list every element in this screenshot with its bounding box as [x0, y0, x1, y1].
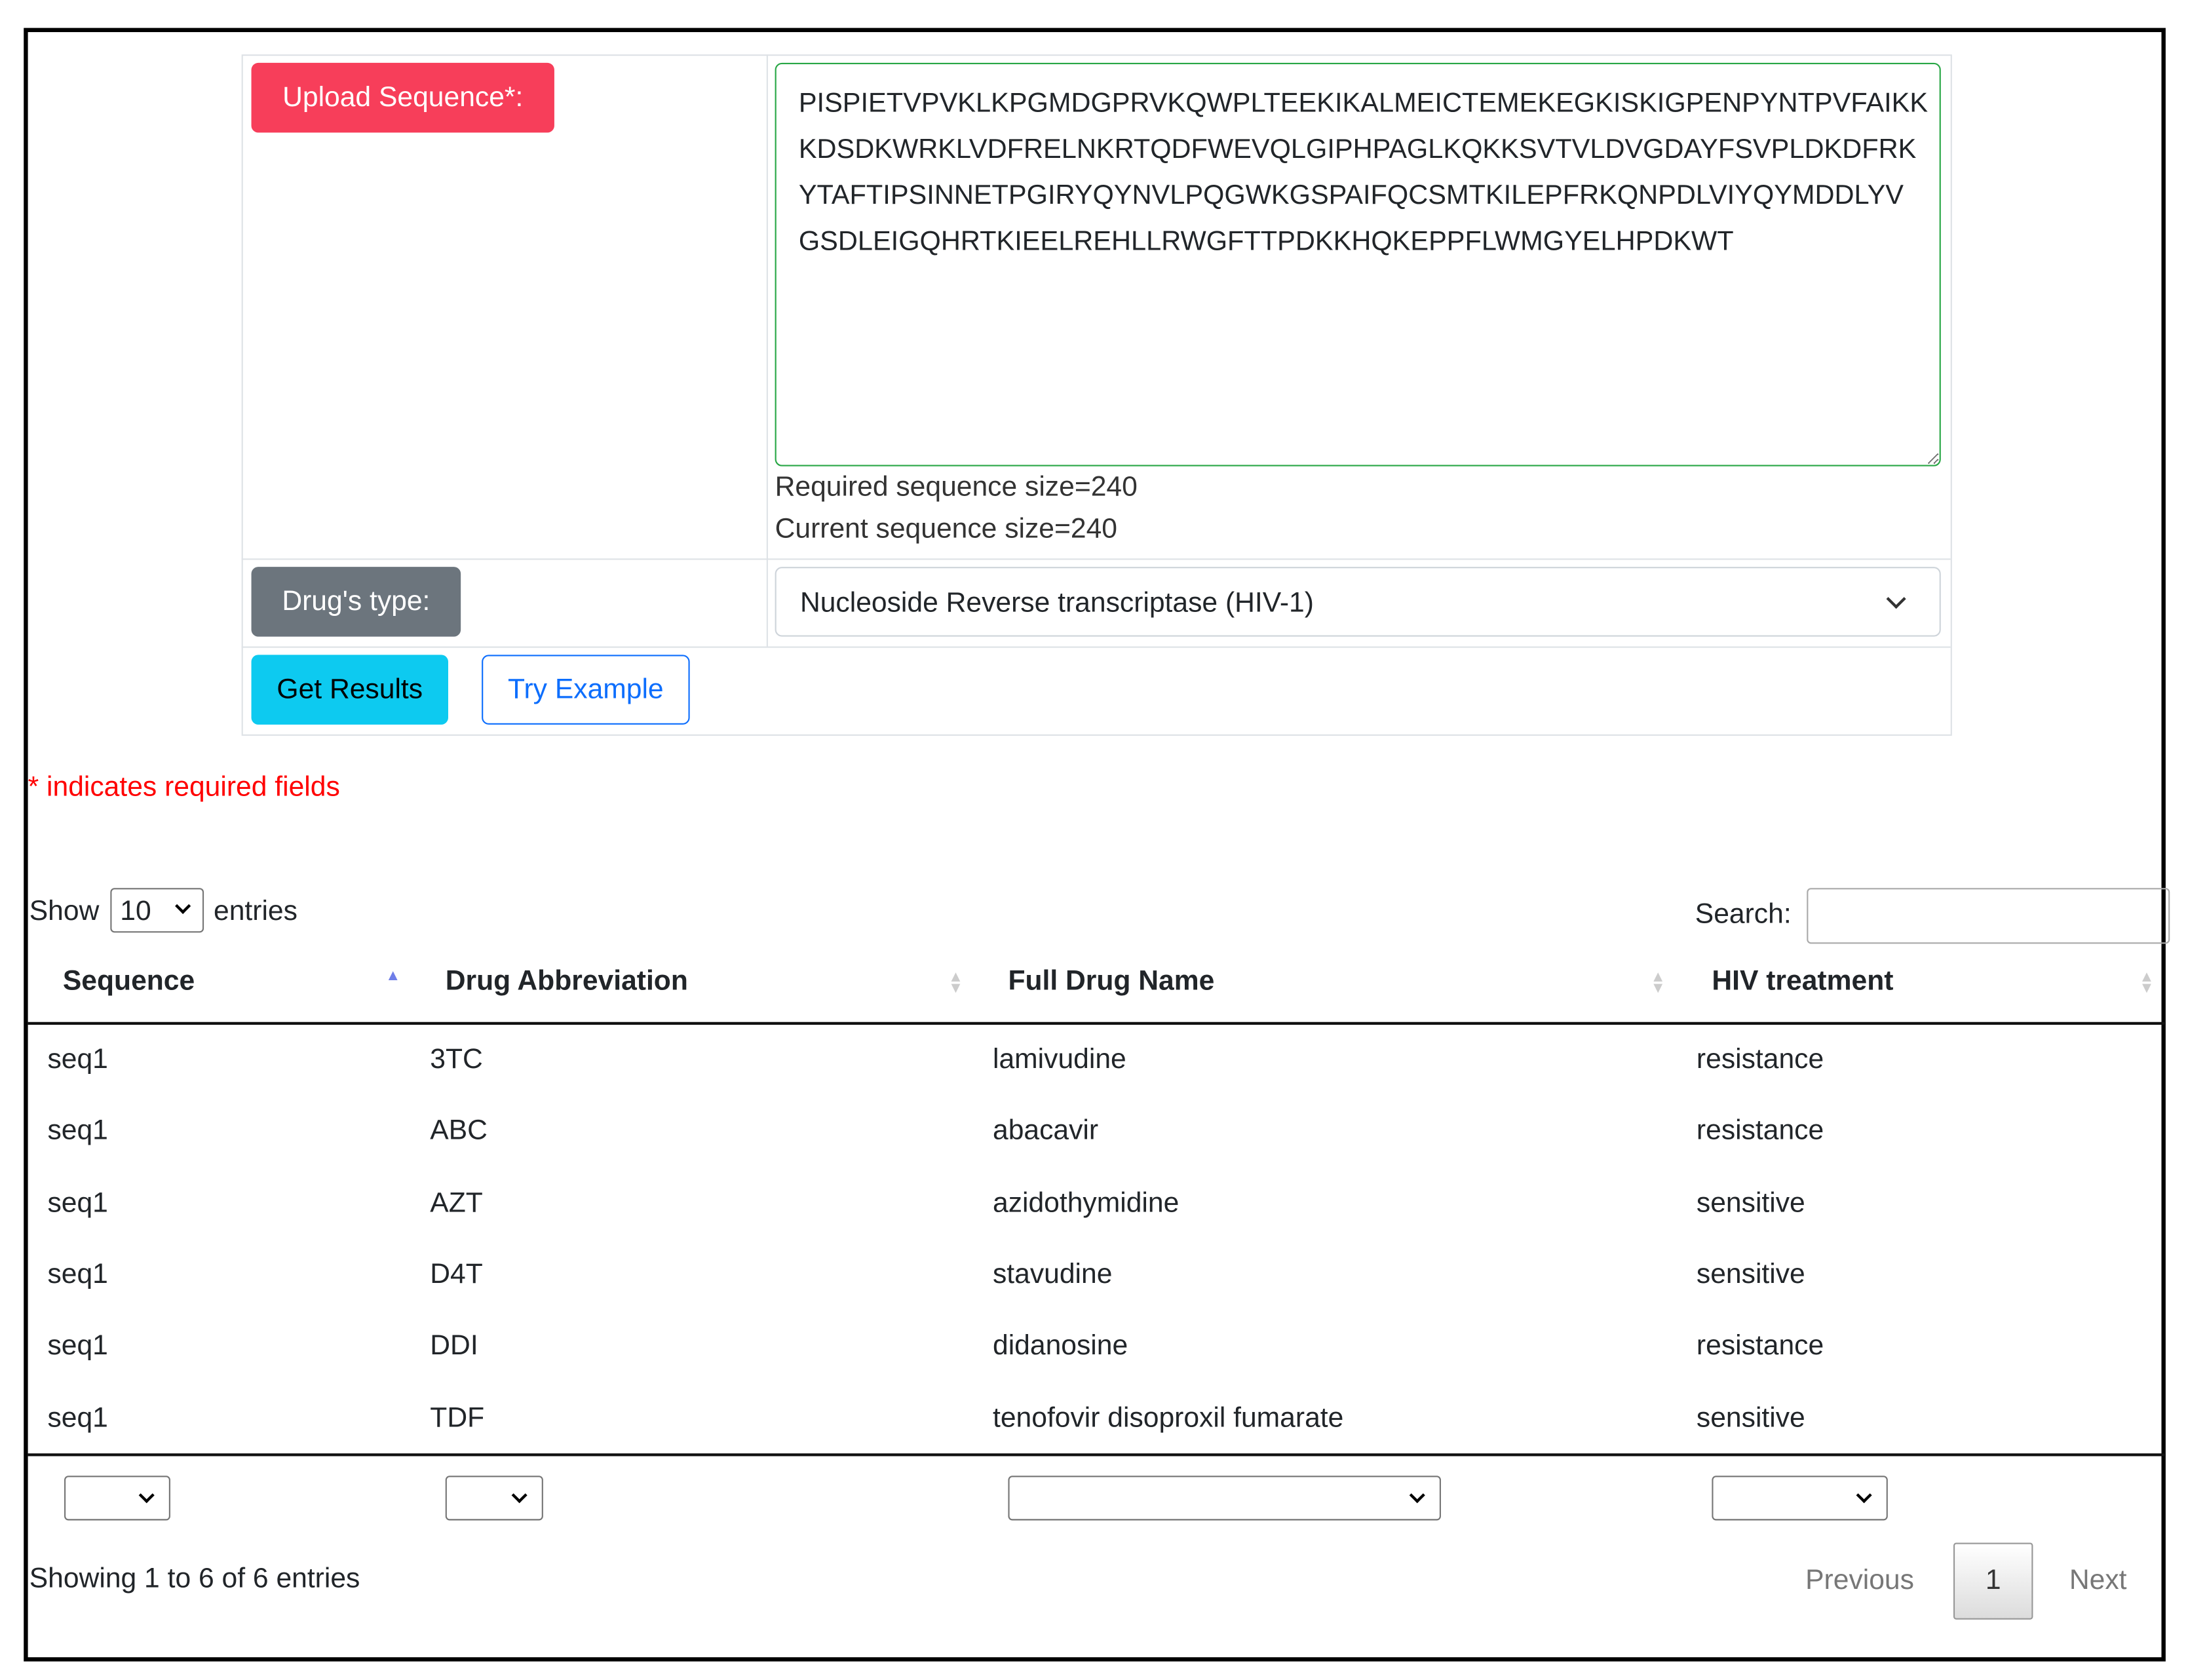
cell-drug-abbreviation: TDF [430, 1402, 485, 1434]
upload-sequence-label: Upload Sequence*: [251, 62, 554, 133]
drug-type-select[interactable]: Nucleoside Reverse transcriptase (HIV-1) [775, 567, 1941, 637]
show-label: Show [29, 896, 100, 927]
cell-sequence: seq1 [47, 1187, 108, 1219]
previous-button[interactable]: Previous [1805, 1565, 1914, 1597]
column-header-sequence[interactable]: Sequence [63, 966, 195, 999]
search-input[interactable] [1807, 888, 2170, 944]
cell-drug-abbreviation: 3TC [430, 1044, 483, 1075]
cell-drug-abbreviation: AZT [430, 1187, 483, 1219]
search-label: Search: [1695, 899, 1792, 930]
required-fields-note: * indicates required fields [28, 772, 340, 803]
chevron-down-icon [1886, 589, 1906, 609]
chevron-down-icon [1409, 1487, 1425, 1504]
sequence-input[interactable] [775, 62, 1941, 467]
next-button[interactable]: Next [2069, 1565, 2127, 1597]
entries-label: entries [214, 896, 297, 927]
column-header-hiv-treatment[interactable]: HIV treatment [1712, 966, 1893, 999]
cell-full-drug-name: lamivudine [992, 1044, 1126, 1075]
form-divider [766, 54, 768, 647]
header-border [28, 1021, 2166, 1025]
form-divider [241, 646, 1951, 648]
chevron-down-icon [138, 1487, 155, 1504]
cell-hiv-treatment: sensitive [1696, 1402, 1805, 1434]
filter-drug-abbreviation-select[interactable] [445, 1476, 543, 1521]
footer-border [28, 1453, 2166, 1457]
cell-sequence: seq1 [47, 1259, 108, 1290]
form-divider [241, 558, 1951, 560]
cell-hiv-treatment: sensitive [1696, 1187, 1805, 1219]
chevron-down-icon [511, 1487, 528, 1504]
cell-hiv-treatment: sensitive [1696, 1259, 1805, 1290]
cell-sequence: seq1 [47, 1116, 108, 1147]
try-example-button[interactable]: Try Example [482, 655, 690, 725]
cell-sequence: seq1 [47, 1044, 108, 1075]
table-info: Showing 1 to 6 of 6 entries [29, 1563, 360, 1595]
cell-hiv-treatment: resistance [1696, 1044, 1824, 1075]
cell-drug-abbreviation: DDI [430, 1331, 478, 1362]
chevron-down-icon [175, 898, 191, 914]
cell-drug-abbreviation: ABC [430, 1116, 488, 1147]
cell-drug-abbreviation: D4T [430, 1259, 483, 1290]
cell-sequence: seq1 [47, 1331, 108, 1362]
page-1-button[interactable]: 1 [1953, 1542, 2033, 1620]
drug-type-value: Nucleoside Reverse transcriptase (HIV-1) [799, 588, 1314, 619]
cell-hiv-treatment: resistance [1696, 1331, 1824, 1362]
cell-hiv-treatment: resistance [1696, 1116, 1824, 1147]
current-size-text: Current sequence size=240 [775, 514, 1117, 545]
cell-full-drug-name: azidothymidine [992, 1187, 1180, 1219]
filter-hiv-treatment-select[interactable] [1712, 1476, 1888, 1521]
sort-icon[interactable]: ▲ ▼ [948, 970, 963, 996]
column-header-drug-abbreviation[interactable]: Drug Abbreviation [446, 966, 688, 999]
cell-full-drug-name: abacavir [992, 1116, 1099, 1147]
required-size-text: Required sequence size=240 [775, 472, 1138, 503]
cell-sequence: seq1 [47, 1402, 108, 1434]
drug-type-label: Drug's type: [251, 567, 461, 637]
cell-full-drug-name: didanosine [992, 1331, 1128, 1362]
get-results-button[interactable]: Get Results [251, 655, 448, 725]
filter-full-drug-name-select[interactable] [1008, 1476, 1441, 1521]
column-header-full-drug-name[interactable]: Full Drug Name [1008, 966, 1214, 999]
cell-full-drug-name: stavudine [992, 1259, 1113, 1290]
sort-icon[interactable]: ▲ ▼ [1651, 970, 1666, 996]
sort-asc-icon[interactable]: ▲ [385, 968, 400, 983]
chevron-down-icon [1856, 1487, 1872, 1504]
page-length-value: 10 [120, 896, 151, 927]
cell-full-drug-name: tenofovir disoproxil fumarate [992, 1402, 1344, 1434]
sort-icon[interactable]: ▲ ▼ [2139, 970, 2154, 996]
filter-sequence-select[interactable] [64, 1476, 170, 1521]
page-length-select[interactable]: 10 [110, 888, 204, 933]
